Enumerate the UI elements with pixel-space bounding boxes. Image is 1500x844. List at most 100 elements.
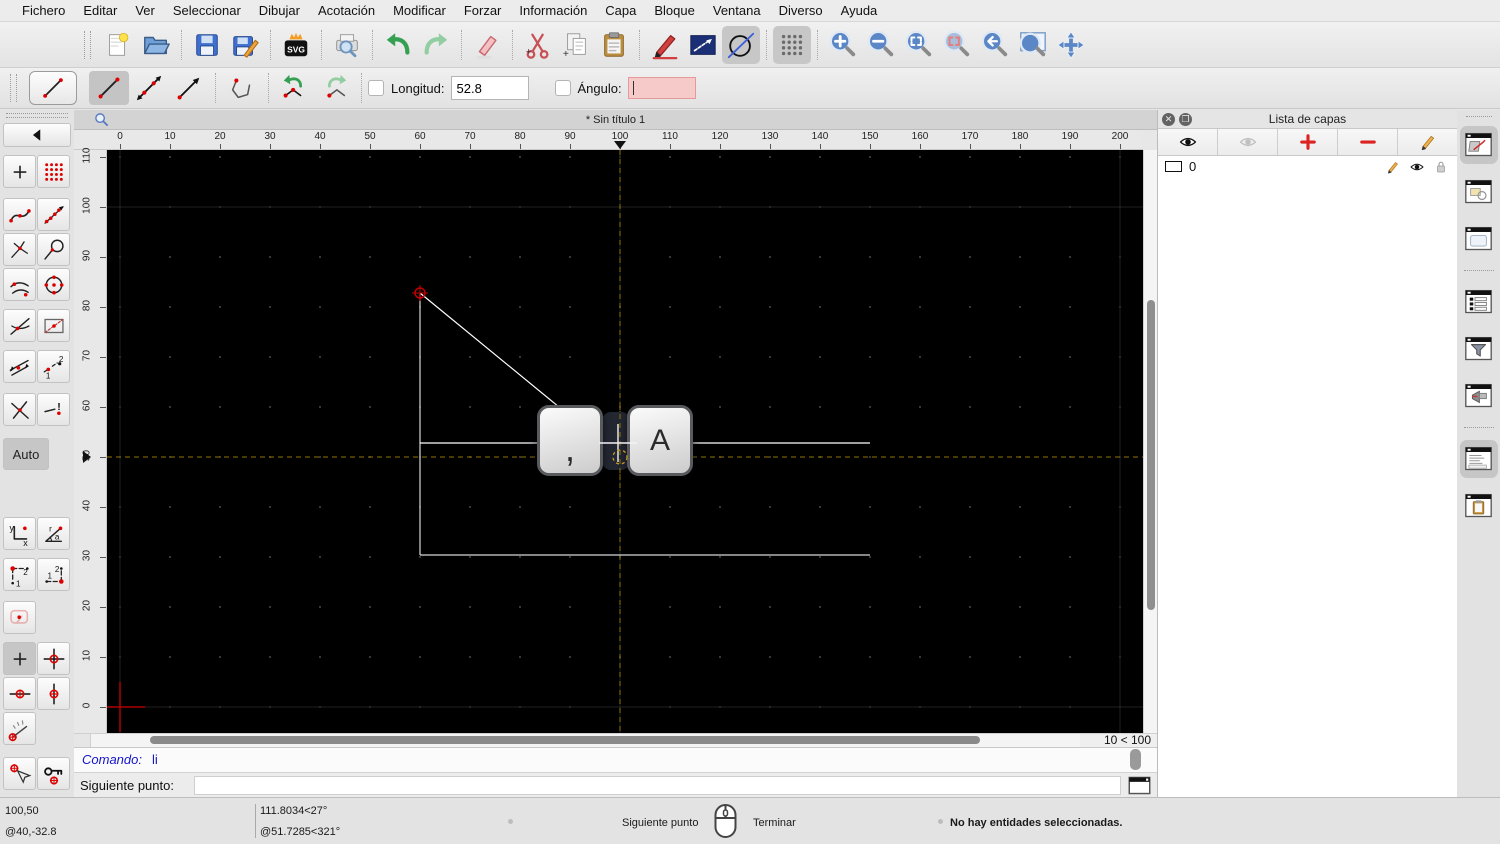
snap-plus-button[interactable] xyxy=(3,642,36,675)
horizontal-scrollbar-thumb[interactable] xyxy=(150,736,980,744)
menu-diverso[interactable]: Diverso xyxy=(770,3,832,18)
zoom-selected-button[interactable] xyxy=(938,26,976,64)
menu-bloque[interactable]: Bloque xyxy=(645,3,703,18)
layer-color-swatch[interactable] xyxy=(1165,161,1182,172)
snap-free-button[interactable] xyxy=(3,155,36,188)
svg-export-button[interactable]: SVG xyxy=(277,26,315,64)
branch-point-button[interactable] xyxy=(3,233,36,266)
draw-pen-button[interactable] xyxy=(646,26,684,64)
target-v-button[interactable] xyxy=(37,677,70,710)
win-filter-dock-button[interactable] xyxy=(1460,330,1498,368)
rect-diagonal-button[interactable] xyxy=(37,309,70,342)
circle-tangent-button[interactable] xyxy=(37,233,70,266)
win-list-dock-button[interactable] xyxy=(1460,283,1498,321)
command-input[interactable] xyxy=(194,776,1121,795)
menu-seleccionar[interactable]: Seleccionar xyxy=(164,3,250,18)
line-exclaim-button[interactable]: ! xyxy=(37,393,70,426)
eye-open-button[interactable] xyxy=(1158,129,1218,155)
angle-dial-button[interactable] xyxy=(3,712,36,745)
horizontal-scrollbar[interactable] xyxy=(74,733,1080,747)
path-points-button[interactable] xyxy=(37,198,70,231)
win-command-dock-button[interactable] xyxy=(1460,440,1498,478)
close-panel-icon[interactable]: ✕ xyxy=(1162,113,1175,126)
add-layer-button[interactable] xyxy=(1278,129,1338,155)
menu-acotacion[interactable]: Acotación xyxy=(309,3,384,18)
win-library-dock-button[interactable] xyxy=(1460,220,1498,258)
eye-open-icon[interactable] xyxy=(1409,159,1425,175)
save-file-button[interactable] xyxy=(188,26,226,64)
circle-points-button[interactable] xyxy=(37,268,70,301)
win-blocks-dock-button[interactable] xyxy=(1460,173,1498,211)
remove-layer-button[interactable] xyxy=(1338,129,1398,155)
cut-button[interactable]: + xyxy=(519,26,557,64)
menu-dibujar[interactable]: Dibujar xyxy=(250,3,309,18)
zoom-in-button[interactable] xyxy=(824,26,862,64)
menu-forzar[interactable]: Forzar xyxy=(455,3,511,18)
arcs-point-button[interactable] xyxy=(3,268,36,301)
polyline-continue-button[interactable] xyxy=(222,71,262,105)
menu-editar[interactable]: Editar xyxy=(74,3,126,18)
back-arrow-button[interactable] xyxy=(3,123,71,147)
copy-button[interactable]: + xyxy=(557,26,595,64)
key-target-button[interactable] xyxy=(37,757,70,790)
angle-input[interactable] xyxy=(628,77,696,99)
line-bidirectional-button[interactable] xyxy=(129,71,169,105)
coord-polar-button[interactable]: ra xyxy=(37,517,70,550)
length-checkbox[interactable] xyxy=(368,80,384,96)
command-history[interactable]: Comando: li xyxy=(74,748,1157,773)
length-input[interactable] xyxy=(451,76,529,100)
print-preview-button[interactable] xyxy=(328,26,366,64)
corner-21-button[interactable]: 12 xyxy=(37,558,70,591)
win-views-dock-button[interactable] xyxy=(1460,377,1498,415)
drawing-canvas[interactable]: ,A xyxy=(107,150,1143,733)
cursor-target-button[interactable] xyxy=(3,757,36,790)
undo-segment-button[interactable] xyxy=(275,71,315,105)
corner-12-button[interactable]: 12 xyxy=(3,558,36,591)
circle-line-button[interactable] xyxy=(722,26,760,64)
eraser-button[interactable] xyxy=(468,26,506,64)
tangent-point-button[interactable] xyxy=(3,309,36,342)
angle-checkbox[interactable] xyxy=(555,80,571,96)
paste-button[interactable] xyxy=(595,26,633,64)
line-ray-button[interactable] xyxy=(169,71,209,105)
zoom-out-button[interactable] xyxy=(862,26,900,64)
menu-informacion[interactable]: Información xyxy=(510,3,596,18)
undock-panel-icon[interactable]: ❐ xyxy=(1179,113,1192,126)
new-file-button[interactable] xyxy=(99,26,137,64)
menu-ver[interactable]: Ver xyxy=(126,3,164,18)
snap-auto-button[interactable]: Auto xyxy=(3,438,49,470)
document-window-icon[interactable] xyxy=(94,112,109,127)
vertical-scrollbar-thumb[interactable] xyxy=(1147,300,1155,610)
open-file-button[interactable] xyxy=(137,26,175,64)
layer-row[interactable]: 0 xyxy=(1158,156,1457,178)
seq-12-button[interactable]: 12 xyxy=(37,350,70,383)
menu-ventana[interactable]: Ventana xyxy=(704,3,770,18)
target-cross-button[interactable] xyxy=(37,642,70,675)
edit-layer-button[interactable] xyxy=(1398,129,1457,155)
lock-icon[interactable] xyxy=(1433,159,1449,175)
zoom-previous-button[interactable] xyxy=(976,26,1014,64)
toolbar-drag-handle[interactable] xyxy=(84,31,91,59)
palette-drag-handle[interactable] xyxy=(6,113,68,118)
win-layers-dock-button[interactable] xyxy=(1460,126,1498,164)
save-as-button[interactable] xyxy=(226,26,264,64)
line-options-button[interactable] xyxy=(684,26,722,64)
lines-arrows-button[interactable] xyxy=(3,350,36,383)
toolbar-drag-handle[interactable] xyxy=(10,74,17,102)
grid-dots-button[interactable] xyxy=(773,26,811,64)
zoom-pan-button[interactable] xyxy=(1052,26,1090,64)
detach-command-widget-button[interactable] xyxy=(1127,776,1152,795)
menu-fichero[interactable]: Fichero xyxy=(13,3,74,18)
spline-points-button[interactable] xyxy=(3,198,36,231)
menu-ayuda[interactable]: Ayuda xyxy=(832,3,887,18)
redo-segment-button[interactable] xyxy=(315,71,355,105)
menu-capa[interactable]: Capa xyxy=(596,3,645,18)
edit-layer-icon[interactable] xyxy=(1385,159,1401,175)
target-h-button[interactable] xyxy=(3,677,36,710)
cross-point-button[interactable] xyxy=(3,393,36,426)
undo-button[interactable] xyxy=(379,26,417,64)
strip-drag-handle[interactable] xyxy=(1466,116,1492,120)
current-tool-line-button[interactable] xyxy=(29,71,77,105)
vertical-scrollbar[interactable] xyxy=(1143,150,1157,733)
snap-grid-button[interactable] xyxy=(37,155,70,188)
